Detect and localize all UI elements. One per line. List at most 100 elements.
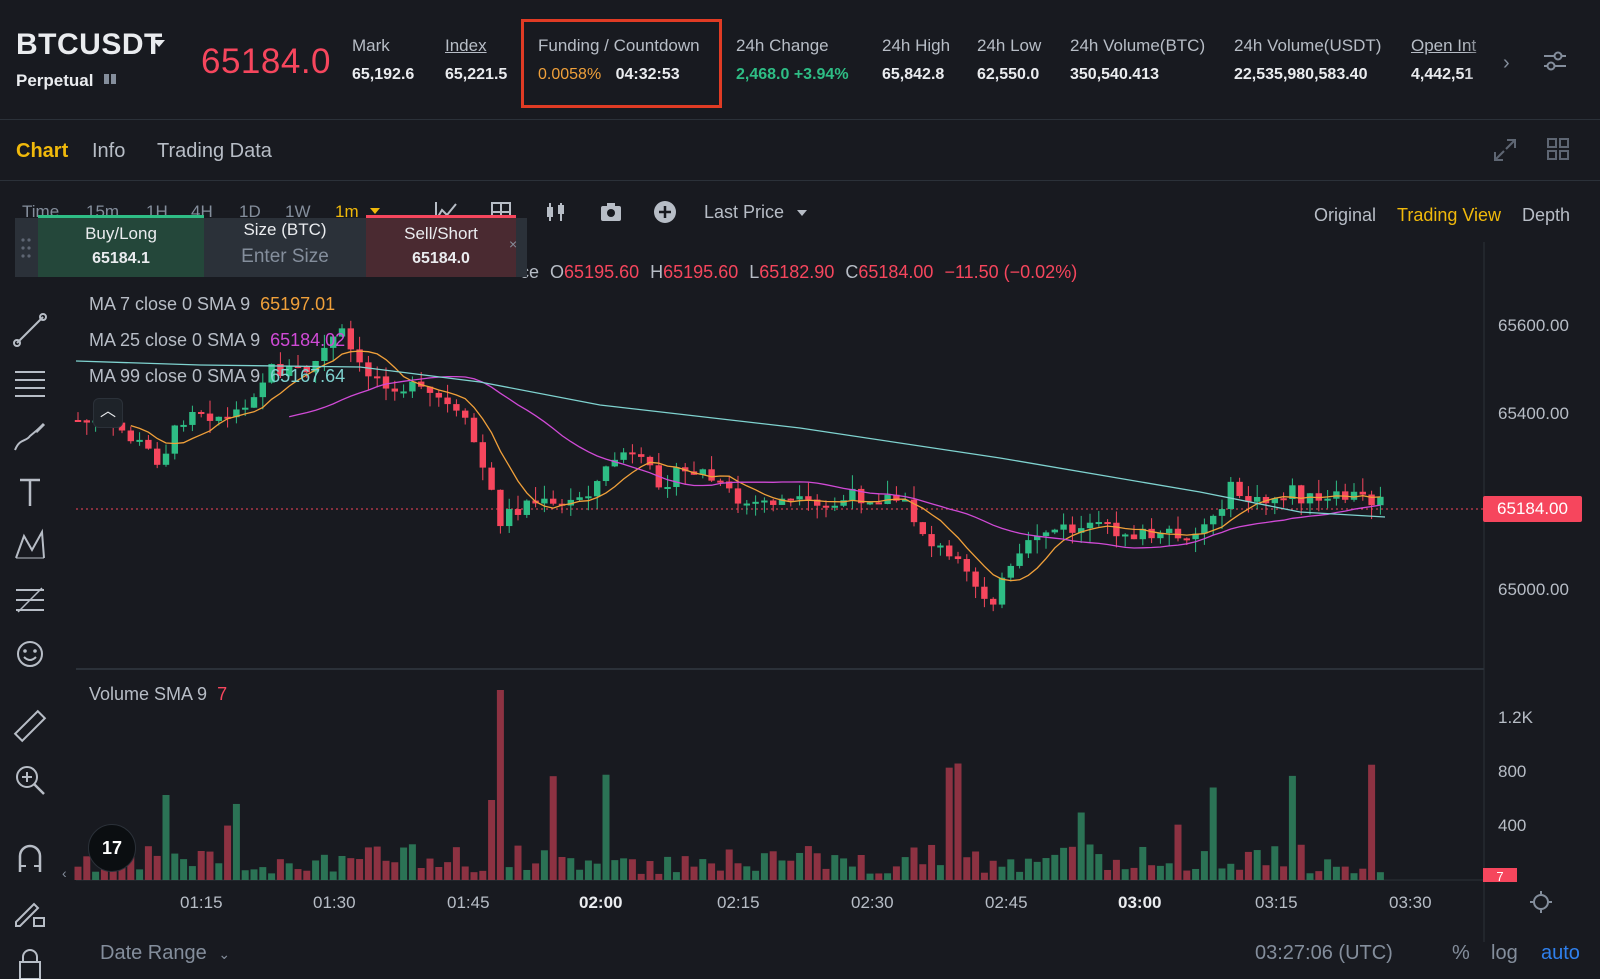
candle-body <box>875 502 882 505</box>
time-axis-label: 03:00 <box>1118 893 1162 912</box>
volume-bar <box>1297 844 1305 880</box>
candle-body <box>365 362 372 377</box>
close-icon[interactable]: × <box>509 236 517 252</box>
volume-bar <box>303 870 311 880</box>
time-axis-label: 03:30 <box>1389 893 1432 912</box>
candle-body <box>1130 534 1138 540</box>
legend-ma25[interactable]: MA 25 close 0 SMA 9 65184.02 <box>89 330 345 351</box>
tab-info[interactable]: Info <box>92 140 125 163</box>
candle-body <box>1095 522 1102 525</box>
candle-body <box>664 487 671 490</box>
camera-icon[interactable] <box>599 200 623 224</box>
price-source-select[interactable]: Last Price <box>704 202 808 223</box>
legend-ma99[interactable]: MA 99 close 0 SMA 9 65167.64 <box>89 366 345 387</box>
volume-bar <box>83 856 91 880</box>
volume-bar <box>1271 846 1279 880</box>
stat-index[interactable]: Index 65,221.5 <box>445 36 507 84</box>
legend-volume[interactable]: Volume SMA 97 <box>89 684 227 705</box>
expand-icon[interactable] <box>1492 137 1518 163</box>
text-icon[interactable] <box>12 474 48 510</box>
volume-bar <box>848 866 856 880</box>
grid-layout-icon[interactable] <box>1546 137 1570 161</box>
plus-circle-icon[interactable] <box>653 200 677 224</box>
clock-settings-icon[interactable] <box>1529 890 1553 914</box>
candle-body <box>453 404 460 411</box>
candle-body <box>594 481 601 497</box>
symbol-title[interactable]: BTCUSDT <box>16 28 163 62</box>
magnet-icon[interactable] <box>12 840 48 876</box>
candle-body <box>1042 532 1050 537</box>
sell-short-button[interactable]: Sell/Short 65184.0 <box>366 215 516 277</box>
view-trading-view[interactable]: Trading View <box>1397 205 1501 226</box>
candle-body <box>1086 522 1094 529</box>
time-axis-label: 03:15 <box>1255 893 1298 912</box>
utc-clock[interactable]: 03:27:06 (UTC) <box>1255 942 1393 965</box>
auto-scale-toggle[interactable]: auto <box>1541 942 1580 965</box>
price-axis-label: 65400.00 <box>1498 404 1569 423</box>
percent-scale-toggle[interactable]: % <box>1452 942 1470 965</box>
contract-type: Perpetual <box>16 71 94 90</box>
view-original[interactable]: Original <box>1314 205 1376 226</box>
sell-accent <box>366 215 516 218</box>
lock-icon[interactable] <box>12 948 48 979</box>
size-input[interactable] <box>215 246 355 268</box>
volume-bar <box>620 858 628 880</box>
candle-body <box>998 577 1006 605</box>
chevron-down-icon[interactable] <box>797 210 808 217</box>
tab-trading-data[interactable]: Trading Data <box>157 140 272 163</box>
log-scale-toggle[interactable]: log <box>1491 942 1518 965</box>
candle-body <box>488 467 495 490</box>
settings-sliders-icon[interactable] <box>1542 49 1568 73</box>
candles-icon[interactable] <box>544 200 568 224</box>
volume-bar <box>840 858 848 880</box>
legend-ma7[interactable]: MA 7 close 0 SMA 9 65197.01 <box>89 294 335 315</box>
volume-axis-label: 1.2K <box>1498 708 1533 727</box>
collapse-legend-button[interactable]: ︿ <box>93 398 123 428</box>
volume-bar <box>1376 872 1384 880</box>
ruler-icon[interactable] <box>12 708 48 744</box>
volume-bar <box>1227 863 1235 880</box>
pattern-icon[interactable] <box>12 528 48 564</box>
scroll-left-icon[interactable]: ‹ <box>62 865 67 881</box>
candle-body <box>514 509 522 515</box>
tradingview-logo[interactable]: 17 <box>88 824 136 872</box>
candle-body <box>1060 524 1067 530</box>
volume-bar <box>892 866 900 880</box>
candle-body <box>242 407 249 410</box>
candle-body <box>1183 538 1190 541</box>
candle-body <box>1104 522 1111 525</box>
pencil-lock-icon[interactable] <box>12 894 48 930</box>
volume-bar <box>611 860 619 880</box>
buy-long-button[interactable]: Buy/Long 65184.1 <box>38 215 204 277</box>
candle-body <box>770 500 777 505</box>
zoom-in-icon[interactable] <box>12 762 48 798</box>
volume-bar <box>945 767 953 880</box>
volume-bar <box>268 873 276 880</box>
volume-bar <box>584 860 592 880</box>
brush-icon[interactable] <box>12 420 48 456</box>
volume-bar <box>1324 859 1332 880</box>
view-depth[interactable]: Depth <box>1522 205 1570 226</box>
chevron-right-icon[interactable]: › <box>1503 52 1510 75</box>
fib-icon[interactable] <box>12 582 48 618</box>
volume-bar <box>224 825 232 880</box>
emoji-icon[interactable] <box>12 636 48 672</box>
book-icon[interactable] <box>104 73 116 85</box>
volume-bar <box>505 867 513 880</box>
chevron-down-icon[interactable] <box>370 208 380 214</box>
horizontal-lines-icon[interactable] <box>12 366 48 402</box>
candle-body <box>1025 540 1032 554</box>
drag-handle-icon[interactable] <box>20 236 32 260</box>
volume-bar <box>206 851 214 880</box>
candle-body <box>602 466 610 482</box>
date-range-select[interactable]: Date Range ⌄ <box>100 942 230 965</box>
tab-chart[interactable]: Chart <box>16 140 68 163</box>
candle-body <box>787 498 794 501</box>
trendline-icon[interactable] <box>12 312 48 348</box>
volume-bar <box>1350 873 1358 880</box>
volume-bar <box>1077 812 1085 880</box>
volume-bar <box>1024 858 1032 880</box>
volume-bar <box>690 866 698 880</box>
volume-bar <box>1218 868 1226 880</box>
chevron-down-icon[interactable] <box>153 40 165 47</box>
